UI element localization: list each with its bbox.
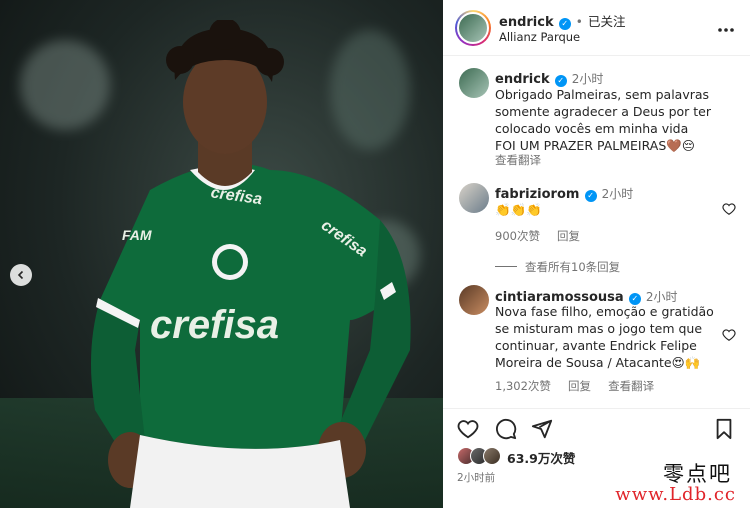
view-replies-label: 查看所有10条回复 — [525, 260, 621, 274]
view-replies-button[interactable]: 查看所有10条回复 — [495, 256, 620, 275]
heart-icon[interactable] — [457, 418, 479, 440]
comment-reply-button[interactable]: 回复 — [557, 229, 580, 243]
caption-username[interactable]: endrick — [495, 72, 550, 87]
replies-divider — [495, 266, 517, 267]
comment-icon[interactable] — [495, 418, 517, 440]
commenter-avatar[interactable] — [459, 285, 489, 315]
chevron-left-icon — [17, 270, 24, 280]
liker-avatar — [483, 447, 501, 465]
post-photo[interactable]: crefisa FAM crefisa crefisa — [0, 0, 443, 508]
verified-badge-icon: ✓ — [558, 18, 571, 30]
comment-like-heart-icon[interactable] — [722, 202, 736, 216]
likers-avatars[interactable] — [457, 447, 509, 467]
caption-line: Obrigado Palmeiras, sem palavras — [495, 87, 710, 102]
author-avatar[interactable] — [455, 10, 491, 46]
comment-time: 2小时 — [645, 290, 678, 304]
caption-text: Obrigado Palmeiras, sem palavras somente… — [495, 86, 745, 154]
player-figure: crefisa FAM crefisa crefisa — [91, 20, 411, 508]
comment-like-heart-icon[interactable] — [722, 328, 736, 342]
header-username[interactable]: endrick — [499, 15, 554, 30]
caption-author-line: endrick ✓ 2小时 — [495, 68, 603, 87]
comment-see-translation[interactable]: 查看翻译 — [608, 379, 654, 393]
comment-username[interactable]: fabriziorom — [495, 187, 579, 202]
comment-likes[interactable]: 1,302次赞 — [495, 379, 551, 393]
header-separator: • — [575, 15, 583, 29]
comment-line: Moreira de Sousa / Atacante😍🙌 — [495, 355, 701, 370]
jersey-sponsor-text: crefisa — [150, 303, 279, 347]
post-header: endrick ✓ • 已关注 Allianz Parque — [443, 0, 750, 56]
comment-meta: 900次赞 回复 — [495, 225, 580, 244]
commenter-avatar[interactable] — [459, 183, 489, 213]
caption-avatar[interactable] — [459, 68, 489, 98]
comment-reply-button[interactable]: 回复 — [568, 379, 591, 393]
location-link[interactable]: Allianz Parque — [499, 30, 580, 44]
bookmark-icon[interactable] — [714, 418, 734, 440]
comment-text: 👏👏👏 — [495, 202, 542, 217]
send-icon[interactable] — [531, 418, 553, 440]
more-options-button[interactable] — [717, 18, 735, 37]
comment-meta: 1,302次赞 回复 查看翻译 — [495, 375, 654, 394]
verified-badge-icon: ✓ — [584, 190, 597, 202]
more-horizontal-icon — [718, 28, 734, 32]
comment-time: 2小时 — [601, 187, 634, 201]
comment-author-line: fabriziorom ✓ 2小时 — [495, 183, 633, 202]
header-author-line: endrick ✓ • 已关注 — [499, 11, 625, 30]
comment-line: continuar, avante Endrick Felipe — [495, 338, 697, 353]
post-details-panel: endrick ✓ • 已关注 Allianz Parque endrick ✓… — [443, 0, 750, 508]
follow-status-button[interactable]: 已关注 — [588, 14, 626, 29]
caption-line: colocado vocês em minha vida — [495, 121, 689, 136]
jersey-chest-small: FAM — [122, 227, 152, 243]
posted-time: 2小时前 — [457, 472, 496, 484]
comment-line: se misturam mas o jogo tem que — [495, 321, 703, 336]
comment-line: Nova fase filho, emoção e gratidão — [495, 304, 714, 319]
likes-total[interactable]: 63.9万次赞 — [507, 448, 575, 467]
caption-see-translation[interactable]: 查看翻译 — [495, 152, 541, 168]
comment-likes[interactable]: 900次赞 — [495, 229, 540, 243]
caption-line: somente agradecer a Deus por ter — [495, 104, 711, 119]
caption-time: 2小时 — [571, 72, 604, 86]
comment-text: Nova fase filho, emoção e gratidão se mi… — [495, 303, 725, 371]
carousel-prev-button[interactable] — [10, 264, 32, 286]
watermark-url: www.Ldb.cc — [615, 484, 736, 505]
